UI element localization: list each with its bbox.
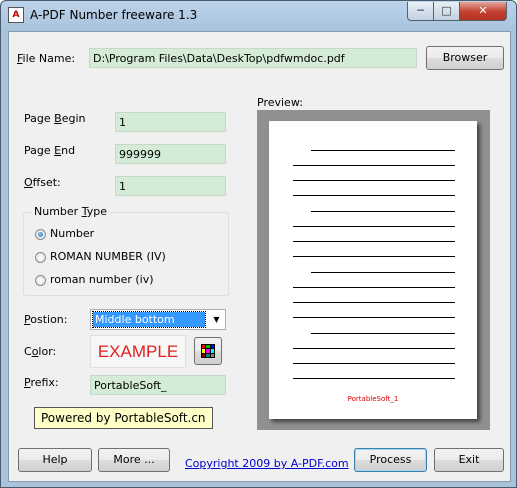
page-begin-label: Page Begin bbox=[24, 112, 86, 125]
title-bar[interactable]: A A-PDF Number freeware 1.3 ─ □ ✕ bbox=[1, 1, 516, 31]
preview-line bbox=[293, 378, 455, 379]
exit-button[interactable]: Exit bbox=[434, 448, 504, 472]
preview-line bbox=[293, 241, 455, 242]
process-button[interactable]: Process bbox=[354, 448, 427, 472]
app-icon: A bbox=[8, 7, 24, 23]
powered-by-banner: Powered by PortableSoft.cn bbox=[34, 407, 213, 429]
radio-roman-upper-label[interactable]: ROMAN NUMBER (IV) bbox=[50, 250, 166, 263]
radio-roman-upper[interactable] bbox=[35, 252, 46, 263]
chevron-down-icon[interactable]: ▼ bbox=[208, 310, 225, 329]
preview-page: PortableSoft_1 bbox=[269, 121, 477, 419]
preview-page-number: PortableSoft_1 bbox=[347, 395, 399, 403]
radio-roman-lower[interactable] bbox=[35, 275, 46, 286]
preview-line bbox=[293, 256, 455, 257]
preview-line bbox=[293, 348, 455, 349]
radio-roman-lower-label[interactable]: roman number (iv) bbox=[50, 273, 154, 286]
preview-line bbox=[293, 165, 455, 166]
number-type-group: Number Type Number ROMAN NUMBER (IV) rom… bbox=[23, 205, 229, 296]
main-panel: File Name: D:\Program Files\Data\DeskTop… bbox=[8, 31, 511, 482]
file-name-field[interactable]: D:\Program Files\Data\DeskTop\pdfwmdoc.p… bbox=[89, 48, 417, 68]
number-type-title: Number Type bbox=[32, 205, 109, 218]
preview-line bbox=[311, 211, 455, 212]
help-button[interactable]: Help bbox=[18, 448, 92, 472]
file-name-label: File Name: bbox=[17, 52, 76, 65]
preview-line bbox=[293, 195, 455, 196]
preview-line bbox=[311, 272, 455, 273]
offset-field[interactable]: 1 bbox=[115, 176, 226, 196]
offset-label: Offset: bbox=[24, 176, 61, 189]
close-button[interactable]: ✕ bbox=[459, 2, 507, 21]
preview-line bbox=[311, 333, 455, 334]
copyright-link[interactable]: Copyright 2009 by A-PDF.com bbox=[185, 457, 349, 470]
preview-line bbox=[293, 180, 455, 181]
window-title: A-PDF Number freeware 1.3 bbox=[30, 8, 198, 22]
app-window: A A-PDF Number freeware 1.3 ─ □ ✕ File N… bbox=[0, 0, 517, 488]
maximize-button[interactable]: □ bbox=[433, 2, 460, 21]
position-dropdown[interactable]: Middle bottom ▼ bbox=[90, 309, 226, 330]
page-end-field[interactable]: 999999 bbox=[115, 144, 226, 164]
preview-frame: PortableSoft_1 bbox=[257, 110, 490, 430]
browse-button[interactable]: Browser bbox=[426, 46, 504, 70]
color-example: EXAMPLE bbox=[90, 335, 186, 368]
more-button[interactable]: More ... bbox=[98, 448, 170, 472]
palette-icon bbox=[201, 344, 215, 358]
minimize-button[interactable]: ─ bbox=[407, 2, 434, 21]
radio-number-label[interactable]: Number bbox=[50, 227, 94, 240]
preview-label: Preview: bbox=[257, 96, 303, 109]
position-label: Postion: bbox=[24, 313, 68, 326]
preview-line bbox=[293, 302, 455, 303]
radio-number[interactable] bbox=[35, 229, 46, 240]
preview-line bbox=[293, 287, 455, 288]
preview-line bbox=[293, 363, 455, 364]
preview-line bbox=[293, 226, 455, 227]
preview-line bbox=[293, 317, 455, 318]
page-begin-field[interactable]: 1 bbox=[115, 112, 226, 132]
preview-line bbox=[311, 150, 455, 151]
position-selected-value: Middle bottom bbox=[92, 311, 206, 328]
color-label: Color: bbox=[24, 345, 57, 358]
prefix-field[interactable]: PortableSoft_ bbox=[90, 375, 226, 395]
prefix-label: Prefix: bbox=[24, 376, 59, 389]
page-end-label: Page End bbox=[24, 144, 76, 157]
color-picker-button[interactable] bbox=[194, 337, 222, 365]
